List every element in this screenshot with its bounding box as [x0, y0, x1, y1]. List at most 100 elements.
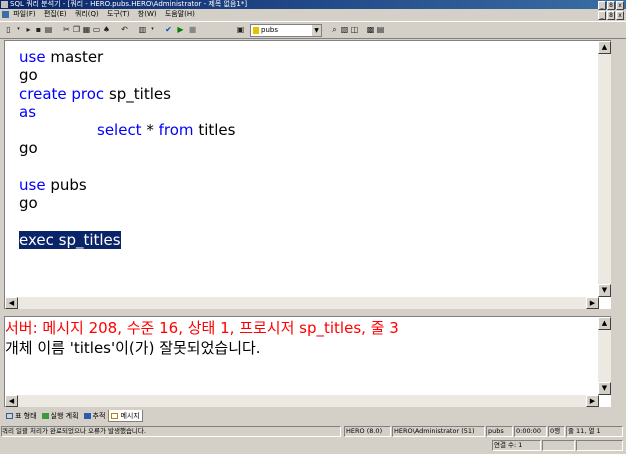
open-icon[interactable]: ▸: [24, 25, 33, 34]
sql-keyword: use: [19, 176, 46, 195]
document-icon[interactable]: [2, 11, 9, 18]
status-database: pubs: [486, 426, 513, 437]
menu-query[interactable]: 쿼리(Q): [75, 10, 99, 18]
code-line: select * from titles: [19, 121, 235, 139]
status-time: 0:00:00: [514, 426, 547, 437]
code-token: master: [45, 48, 104, 66]
menu-file[interactable]: 파일(F): [13, 10, 35, 18]
code-line: go: [19, 66, 235, 84]
code-line: go: [19, 139, 235, 157]
menu-tools[interactable]: 도구(T): [107, 10, 130, 18]
results-vertical-scrollbar[interactable]: ▲ ▼: [598, 317, 611, 395]
object-browser-icon[interactable]: ▣: [236, 25, 245, 34]
app-icon: [1, 1, 8, 8]
menu-bar: 파일(F) 편집(E) 쿼리(Q) 도구(T) 창(W) 도움말(H) _ 8 x: [0, 9, 626, 20]
menu-help[interactable]: 도움말(H): [165, 10, 195, 18]
mdi-close-button[interactable]: x: [616, 11, 624, 20]
execute-icon[interactable]: ▶: [176, 25, 185, 34]
results-scroll-up-icon[interactable]: ▲: [598, 317, 611, 330]
selected-text: exec sp_titles: [19, 230, 121, 249]
scroll-down-icon[interactable]: ▼: [598, 284, 611, 297]
code-token: go: [19, 66, 38, 85]
cancel-execution-icon[interactable]: ■: [188, 25, 197, 34]
status-message: 쿼리 일괄 처리가 완료되었으나 오류가 발생했습니다.: [1, 426, 341, 437]
status-blank-1: [542, 440, 575, 451]
results-mode-icon[interactable]: ▥: [138, 25, 147, 34]
undo-icon[interactable]: ↶: [120, 25, 129, 34]
save-icon[interactable]: ▪: [34, 25, 43, 34]
parse-icon[interactable]: ✔: [164, 25, 173, 34]
menu-edit[interactable]: 편집(E): [44, 10, 67, 18]
sql-keyword: create proc: [19, 84, 105, 103]
code-line: go: [19, 194, 235, 212]
code-token: go: [19, 139, 38, 158]
new-query-dropdown-icon[interactable]: ▾: [14, 25, 23, 34]
messages-pane[interactable]: 서버: 메시지 208, 수준 16, 상태 1, 프로시저 sp_titles…: [4, 316, 611, 407]
error-message-line: 서버: 메시지 208, 수준 16, 상태 1, 프로시저 sp_titles…: [5, 319, 399, 337]
mdi-restore-button[interactable]: 8: [607, 11, 615, 20]
scroll-up-icon[interactable]: ▲: [598, 41, 611, 54]
cut-icon[interactable]: ✂: [62, 25, 71, 34]
results-mode-dropdown-icon[interactable]: ▾: [148, 25, 157, 34]
status-user: HERO\Administrator (51): [392, 426, 485, 437]
tab-trace[interactable]: 추적: [81, 410, 108, 421]
messages-icon: [111, 413, 119, 419]
code-token: go: [19, 194, 38, 213]
scroll-right-icon[interactable]: ▶: [586, 297, 599, 309]
tab-messages[interactable]: 메시지: [108, 410, 143, 422]
tab-execution-plan-label: 실행 계획: [50, 412, 79, 420]
code-line: use master: [19, 48, 235, 66]
results-scroll-right-icon[interactable]: ▶: [586, 395, 599, 407]
menu-window[interactable]: 창(W): [138, 10, 157, 18]
object-search-icon[interactable]: ⌕: [330, 25, 339, 34]
window-title: SQL 쿼리 분석기 - [쿼리 - HERO.pubs.HERO\Admini…: [10, 0, 248, 8]
copy-icon[interactable]: ❐: [72, 25, 81, 34]
sql-keyword: from: [158, 121, 194, 140]
code-line: use pubs: [19, 176, 235, 194]
title-bar: SQL 쿼리 분석기 - [쿼리 - HERO.pubs.HERO\Admini…: [0, 0, 626, 10]
status-bar: 쿼리 일괄 처리가 완료되었으나 오류가 발생했습니다. HERO (8.0) …: [0, 426, 626, 454]
results-scroll-down-icon[interactable]: ▼: [598, 382, 611, 395]
tab-execution-plan[interactable]: 실행 계획: [39, 410, 81, 421]
options-icon[interactable]: ▩: [366, 25, 375, 34]
code-line: create proc sp_titles: [19, 85, 235, 103]
tile-windows-icon[interactable]: ▤: [376, 25, 385, 34]
results-scroll-left-icon[interactable]: ◀: [5, 395, 18, 407]
status-connections: 연결 수: 1: [492, 440, 541, 451]
code-line: exec sp_titles: [19, 230, 235, 249]
code-token: *: [141, 121, 159, 140]
editor-vertical-scrollbar[interactable]: ▲ ▼: [598, 41, 611, 297]
execution-plan-icon: [41, 413, 49, 419]
code-token: titles: [193, 121, 236, 140]
sql-keyword: as: [19, 102, 37, 121]
sql-keyword: select: [97, 121, 142, 140]
chevron-down-icon[interactable]: ▼: [312, 25, 321, 36]
new-query-icon[interactable]: ▯: [4, 25, 13, 34]
load-script-icon[interactable]: ▤: [44, 25, 53, 34]
tab-trace-label: 추적: [92, 412, 106, 420]
scroll-left-icon[interactable]: ◀: [5, 297, 18, 309]
editor-horizontal-scrollbar[interactable]: ◀ ▶: [5, 297, 599, 309]
trace-icon: [83, 413, 91, 419]
results-horizontal-scrollbar[interactable]: ◀ ▶: [5, 395, 599, 407]
database-icon: [253, 27, 259, 34]
code-line: as: [19, 103, 235, 121]
clear-window-icon[interactable]: ▭: [92, 25, 101, 34]
show-plan-icon[interactable]: ▧: [340, 25, 349, 34]
query-text[interactable]: use master go create proc sp_titles as selec…: [19, 48, 235, 249]
status-server: HERO (8.0): [344, 426, 391, 437]
query-editor[interactable]: use master go create proc sp_titles as selec…: [4, 40, 611, 309]
mdi-controls: _ 8 x: [597, 10, 624, 21]
status-blank-2: [576, 440, 623, 451]
sql-keyword: use: [19, 48, 46, 66]
show-results-pane-icon[interactable]: ◫: [350, 25, 359, 34]
paste-icon[interactable]: ▦: [82, 25, 91, 34]
tab-grid[interactable]: 표 형태: [4, 410, 39, 421]
database-select-value: pubs: [261, 26, 278, 34]
toolbar: ▯ ▾ ▸ ▪ ▤ ✂ ❐ ▦ ▭ ♠ ↶ ▥ ▾ ✔ ▶ ■ ▣ pubs ▼…: [0, 21, 626, 39]
code-token: pubs: [45, 176, 87, 195]
find-icon[interactable]: ♠: [102, 25, 111, 34]
database-select[interactable]: pubs ▼: [250, 24, 322, 37]
mdi-minimize-button[interactable]: _: [598, 11, 606, 20]
